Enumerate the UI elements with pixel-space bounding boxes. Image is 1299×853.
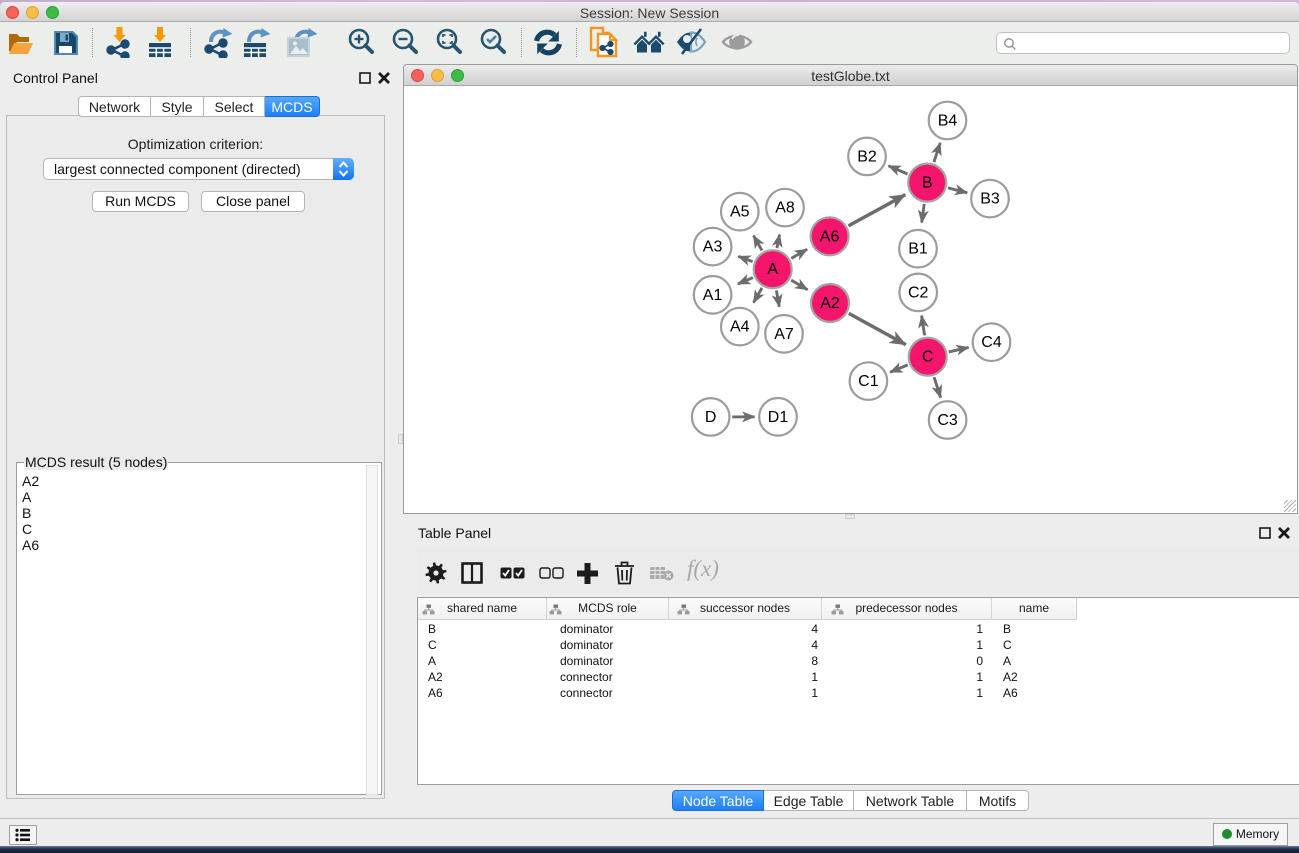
svg-text:B4: B4 bbox=[938, 113, 958, 130]
svg-text:C4: C4 bbox=[981, 334, 1002, 351]
svg-text:A2: A2 bbox=[820, 295, 840, 312]
svg-text:A7: A7 bbox=[774, 326, 794, 343]
svg-text:A: A bbox=[767, 261, 778, 278]
svg-text:B3: B3 bbox=[980, 191, 1000, 208]
svg-text:D1: D1 bbox=[768, 409, 789, 426]
svg-text:A1: A1 bbox=[703, 287, 723, 304]
svg-text:C: C bbox=[922, 349, 934, 366]
svg-text:C2: C2 bbox=[908, 284, 929, 301]
svg-text:B1: B1 bbox=[908, 241, 928, 258]
svg-text:B: B bbox=[922, 175, 933, 192]
svg-text:A3: A3 bbox=[703, 239, 723, 256]
svg-text:B2: B2 bbox=[857, 148, 877, 165]
svg-text:A8: A8 bbox=[775, 200, 795, 217]
svg-text:A6: A6 bbox=[820, 228, 840, 245]
svg-text:C1: C1 bbox=[858, 373, 879, 390]
svg-text:D: D bbox=[705, 409, 717, 426]
svg-text:A4: A4 bbox=[730, 319, 750, 336]
svg-text:C3: C3 bbox=[937, 412, 958, 429]
svg-text:A5: A5 bbox=[730, 204, 750, 221]
